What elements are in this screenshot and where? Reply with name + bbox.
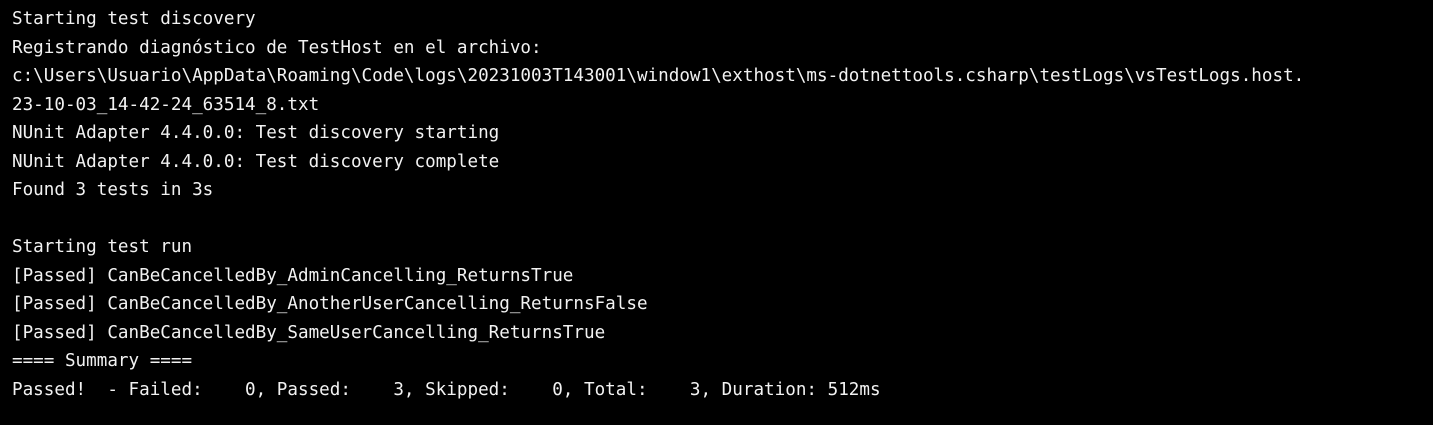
terminal-output[interactable]: Starting test discovery Registrando diag…	[0, 0, 1433, 425]
summary-results: Passed! - Failed: 0, Passed: 3, Skipped:…	[12, 379, 881, 400]
terminal-line-run-start: Starting test run	[12, 237, 193, 257]
terminal-line-adapter-complete: NUnit Adapter 4.4.0.0: Test discovery co…	[12, 151, 500, 172]
test-result-same-user-cancelling: [Passed] CanBeCancelledBy_SameUserCancel…	[12, 322, 606, 343]
terminal-line-log-path: c:\Users\Usuario\AppData\Roaming\Code\lo…	[12, 66, 1305, 86]
summary-header: ==== Summary ====	[12, 351, 193, 371]
terminal-line-adapter-starting: NUnit Adapter 4.4.0.0: Test discovery st…	[12, 123, 500, 143]
test-result-admin-cancelling: [Passed] CanBeCancelledBy_AdminCancellin…	[12, 265, 574, 286]
terminal-line-diagnostic-log: Registrando diagnóstico de TestHost en e…	[12, 37, 542, 58]
terminal-line-discovery-start: Starting test discovery	[12, 9, 256, 29]
terminal-line-log-filename: 23-10-03_14-42-24_63514_8.txt	[12, 94, 320, 115]
terminal-line-tests-found: Found 3 tests in 3s	[12, 180, 214, 200]
test-result-another-user-cancelling: [Passed] CanBeCancelledBy_AnotherUserCan…	[12, 294, 648, 314]
